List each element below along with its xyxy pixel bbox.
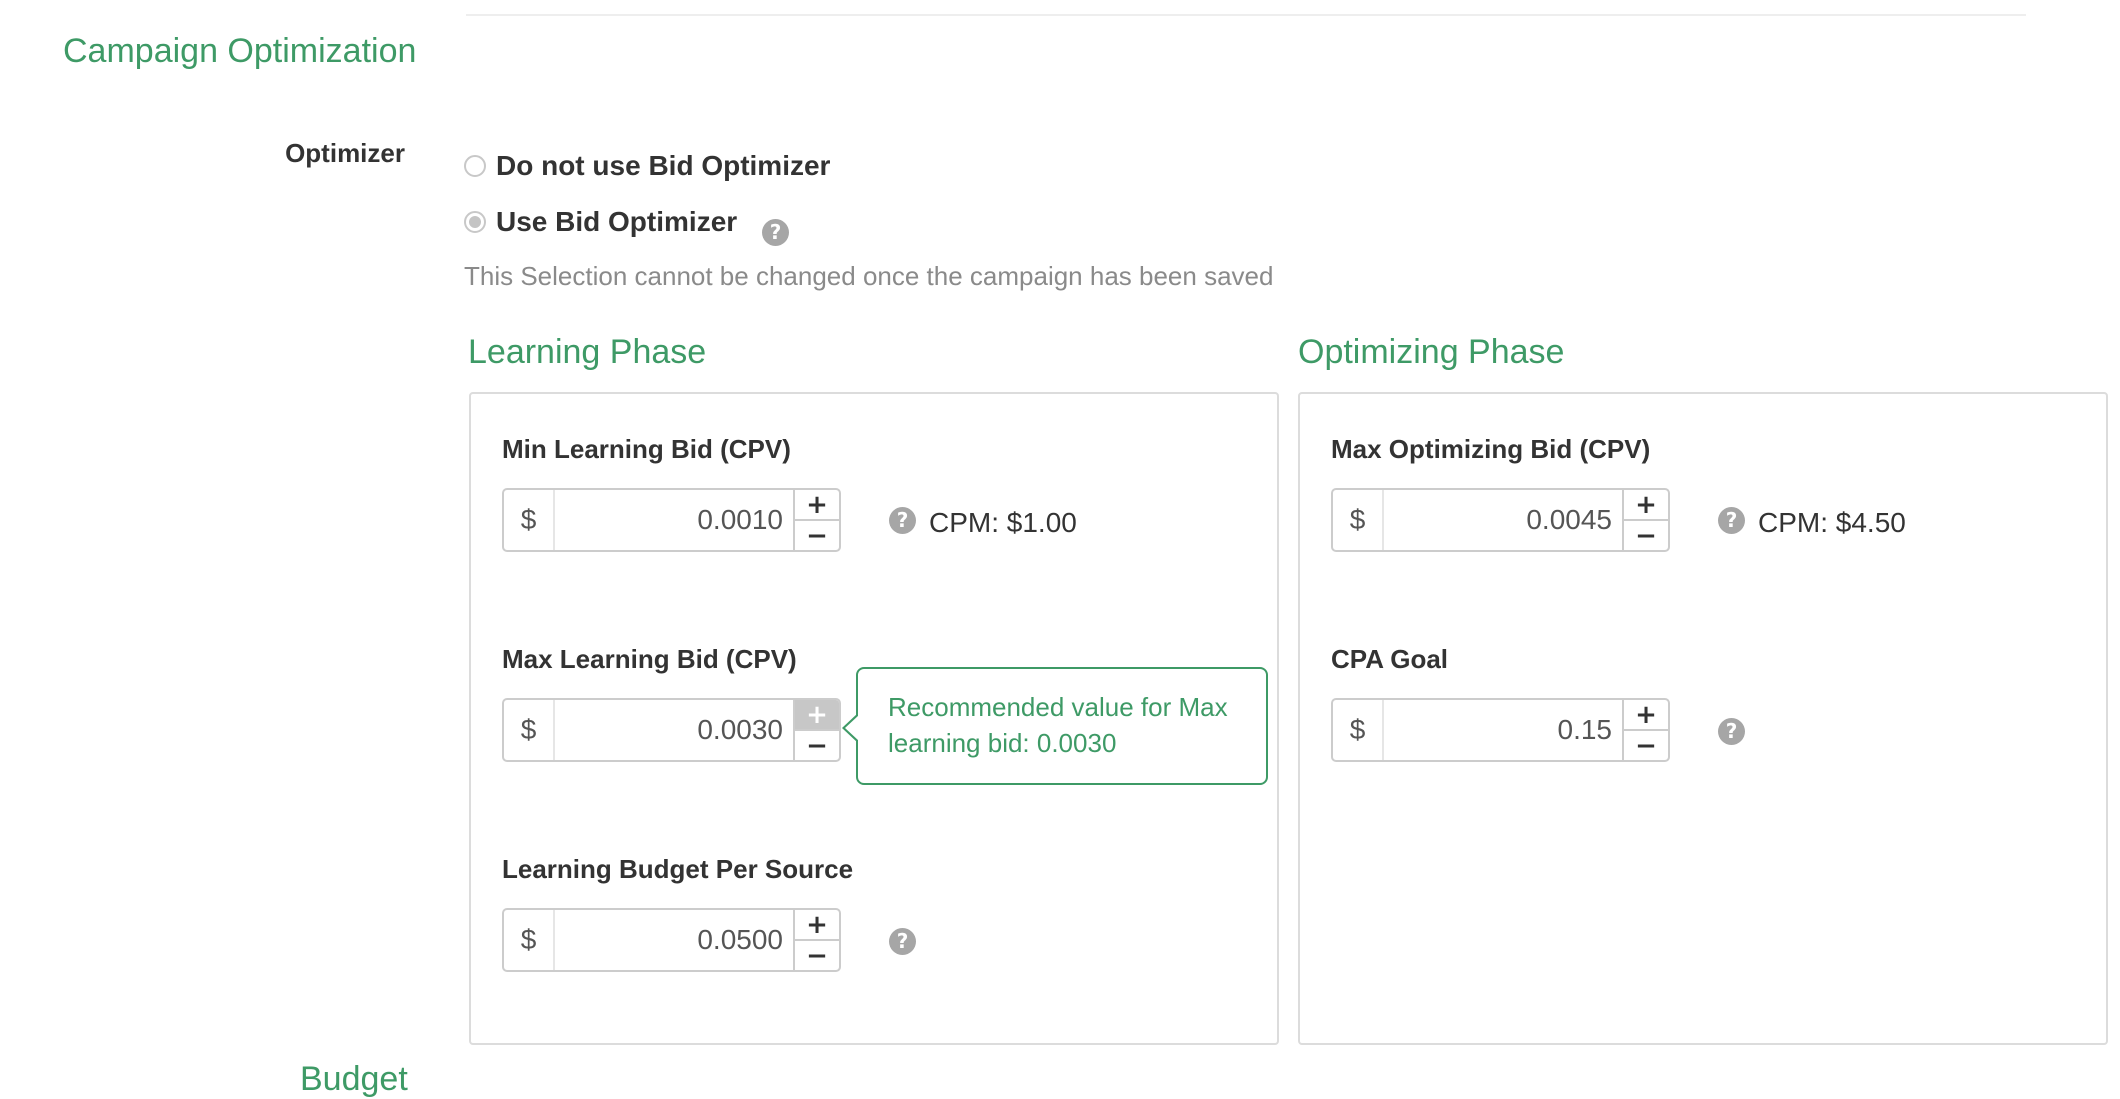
- min-learning-bid-label: Min Learning Bid (CPV): [502, 434, 791, 464]
- number-stepper[interactable]: + −: [1622, 700, 1668, 760]
- radio-label-no-optimizer[interactable]: Do not use Bid Optimizer: [496, 150, 830, 182]
- tooltip-arrow-fill: [845, 715, 859, 741]
- radio-button-icon[interactable]: [464, 155, 486, 177]
- decrement-button[interactable]: −: [795, 731, 839, 760]
- cpa-goal-label: CPA Goal: [1331, 644, 1449, 674]
- radio-button-icon[interactable]: [464, 211, 486, 233]
- learning-budget-value[interactable]: 0.0500: [555, 910, 793, 970]
- question-circle-icon[interactable]: ?: [762, 219, 789, 246]
- learning-budget-input[interactable]: $ 0.0500 + −: [502, 908, 841, 972]
- optimizing-phase-title: Optimizing Phase: [1298, 333, 1565, 371]
- increment-button[interactable]: +: [795, 910, 839, 941]
- number-stepper[interactable]: + −: [793, 490, 839, 550]
- currency-prefix: $: [504, 700, 555, 760]
- max-learning-bid-value[interactable]: 0.0030: [555, 700, 793, 760]
- number-stepper[interactable]: + −: [793, 700, 839, 760]
- increment-button[interactable]: +: [1624, 490, 1668, 521]
- currency-prefix: $: [1333, 700, 1384, 760]
- next-section-title: Budget: [300, 1060, 408, 1098]
- section-divider: [466, 14, 2026, 16]
- question-circle-icon[interactable]: ?: [1718, 507, 1745, 534]
- max-optimizing-bid-input[interactable]: $ 0.0045 + −: [1331, 488, 1670, 552]
- decrement-button[interactable]: −: [795, 521, 839, 550]
- optimizer-label: Optimizer: [285, 138, 405, 168]
- currency-prefix: $: [504, 490, 555, 550]
- recommendation-tooltip: Recommended value for Max learning bid: …: [842, 667, 1268, 785]
- min-learning-cpm: CPM: $1.00: [929, 507, 1077, 538]
- max-optimizing-bid-label: Max Optimizing Bid (CPV): [1331, 434, 1651, 464]
- decrement-button[interactable]: −: [795, 941, 839, 970]
- increment-button[interactable]: +: [795, 490, 839, 521]
- min-learning-bid-input[interactable]: $ 0.0010 + −: [502, 488, 841, 552]
- increment-button[interactable]: +: [795, 700, 839, 731]
- max-optimizing-bid-value[interactable]: 0.0045: [1384, 490, 1622, 550]
- max-optimizing-cpm: CPM: $4.50: [1758, 507, 1906, 538]
- min-learning-bid-value[interactable]: 0.0010: [555, 490, 793, 550]
- optimizer-note: This Selection cannot be changed once th…: [464, 261, 1274, 291]
- tooltip-text: Recommended value for Max learning bid: …: [888, 692, 1228, 758]
- number-stepper[interactable]: + −: [793, 910, 839, 970]
- section-title: Campaign Optimization: [63, 32, 417, 70]
- increment-button[interactable]: +: [1624, 700, 1668, 731]
- currency-prefix: $: [504, 910, 555, 970]
- decrement-button[interactable]: −: [1624, 521, 1668, 550]
- number-stepper[interactable]: + −: [1622, 490, 1668, 550]
- max-learning-bid-label: Max Learning Bid (CPV): [502, 644, 797, 674]
- cpa-goal-input[interactable]: $ 0.15 + −: [1331, 698, 1670, 762]
- question-circle-icon[interactable]: ?: [889, 928, 916, 955]
- radio-option-use-optimizer[interactable]: Use Bid Optimizer: [464, 206, 737, 238]
- learning-budget-label: Learning Budget Per Source: [502, 854, 854, 884]
- radio-option-no-optimizer[interactable]: Do not use Bid Optimizer: [464, 150, 830, 182]
- currency-prefix: $: [1333, 490, 1384, 550]
- question-circle-icon[interactable]: ?: [1718, 718, 1745, 745]
- question-circle-icon[interactable]: ?: [889, 507, 916, 534]
- decrement-button[interactable]: −: [1624, 731, 1668, 760]
- max-learning-bid-input[interactable]: $ 0.0030 + −: [502, 698, 841, 762]
- radio-label-use-optimizer[interactable]: Use Bid Optimizer: [496, 206, 737, 238]
- learning-phase-title: Learning Phase: [468, 333, 707, 371]
- cpa-goal-value[interactable]: 0.15: [1384, 700, 1622, 760]
